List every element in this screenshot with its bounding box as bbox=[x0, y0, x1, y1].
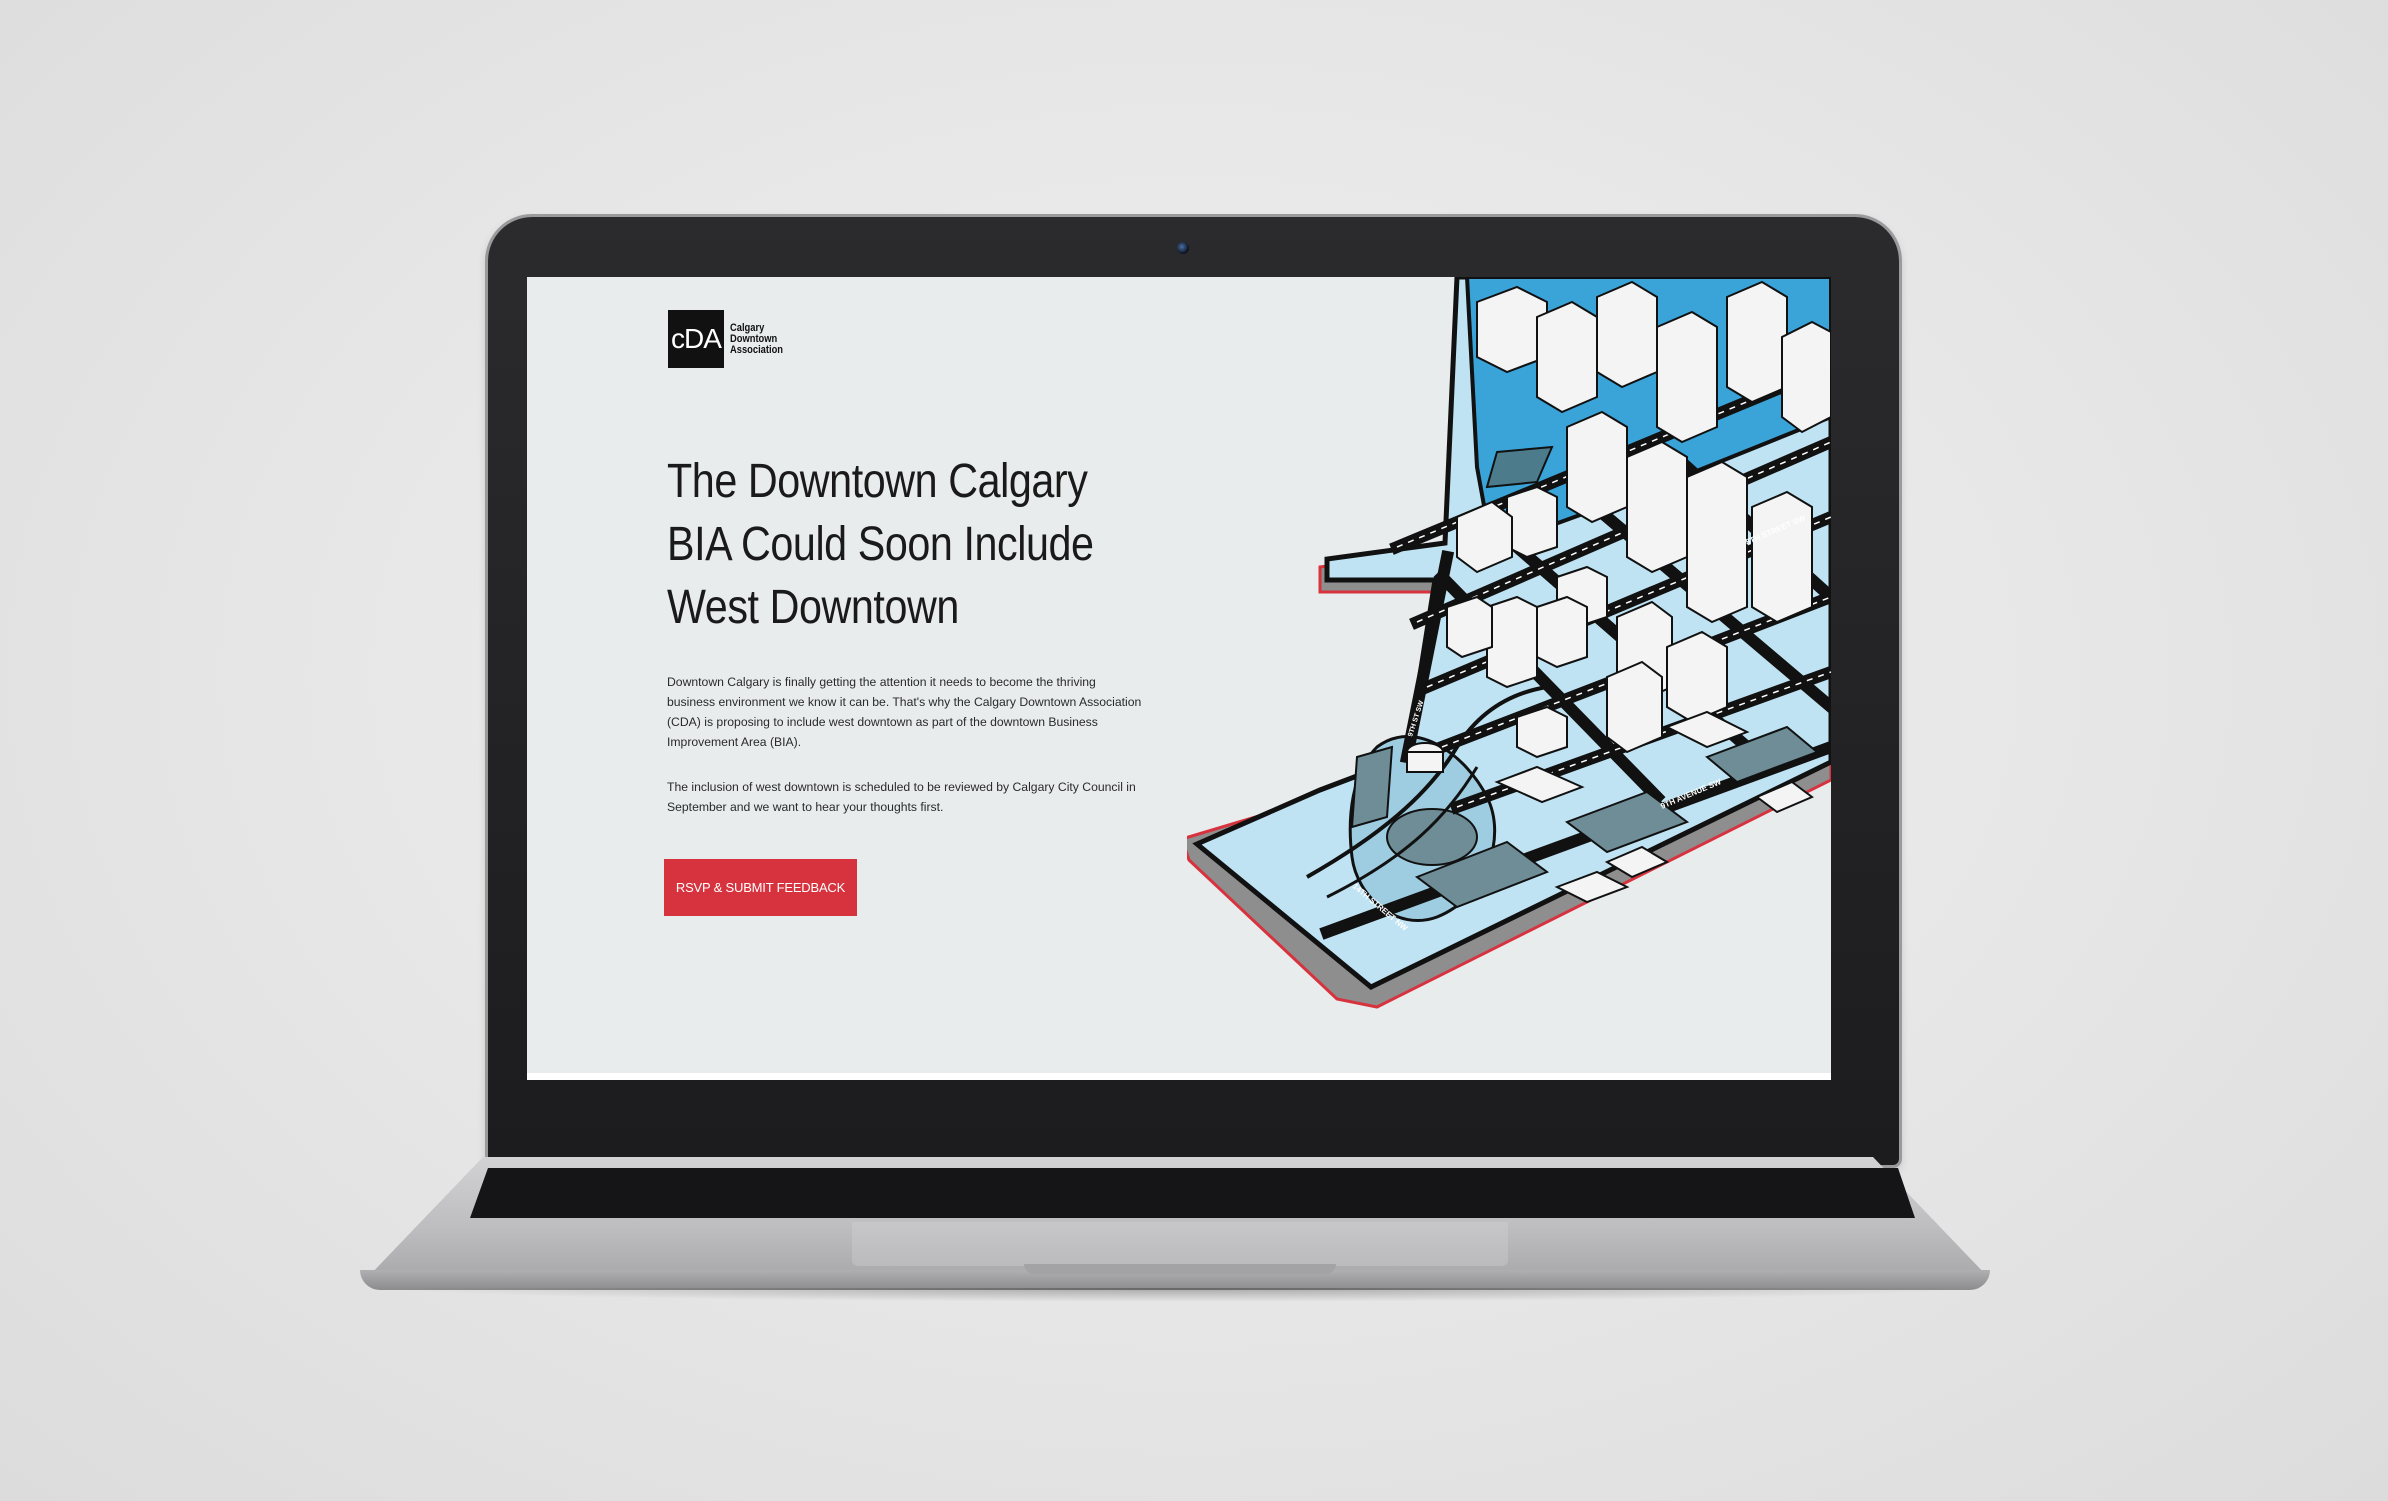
park-pond bbox=[1386, 808, 1478, 866]
page-title: The Downtown Calgary BIA Could Soon Incl… bbox=[667, 450, 1094, 639]
west-downtown-map-illustration: 8TH STREET SW 9TH AVENUE SW 14TH STREET … bbox=[1187, 277, 1831, 1009]
title-line: BIA Could Soon Include bbox=[667, 518, 1094, 571]
round-building-body bbox=[1406, 751, 1444, 773]
lid-notch bbox=[1024, 1264, 1336, 1274]
title-line: West Downtown bbox=[667, 581, 959, 634]
title-line: The Downtown Calgary bbox=[667, 455, 1088, 508]
browser-screen: cDA Calgary Downtown Association The Dow… bbox=[527, 277, 1831, 1080]
logo-wordmark: Calgary Downtown Association bbox=[730, 322, 784, 356]
schedule-paragraph: The inclusion of west downtown is schedu… bbox=[667, 780, 1136, 814]
webcam bbox=[1177, 242, 1189, 254]
grey-lot bbox=[1350, 745, 1394, 829]
cda-logo[interactable]: cDA Calgary Downtown Association bbox=[668, 310, 792, 368]
logo-mark: cDA bbox=[668, 310, 724, 368]
trackpad bbox=[852, 1222, 1508, 1266]
keyboard bbox=[470, 1168, 1915, 1218]
screen-bottom-strip bbox=[527, 1073, 1831, 1080]
laptop-shadow bbox=[380, 1288, 1980, 1302]
intro-paragraph: Downtown Calgary is finally getting the … bbox=[667, 675, 1142, 749]
logo-line: Association bbox=[730, 343, 784, 356]
rsvp-feedback-button[interactable]: RSVP & SUBMIT FEEDBACK bbox=[664, 859, 857, 916]
